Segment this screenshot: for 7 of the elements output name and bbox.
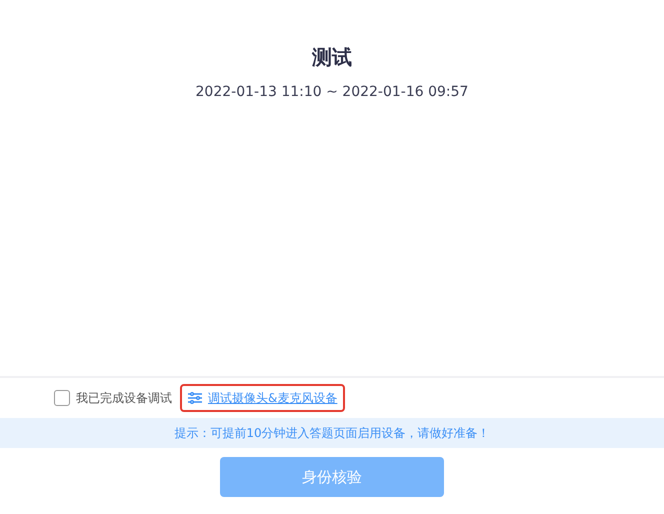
time-range: 2022-01-13 11:10 ~ 2022-01-16 09:57 [196,83,468,102]
device-test-link[interactable]: 调试摄像头&麦克风设备 [180,384,346,412]
exam-title: 测试 [312,44,352,71]
confirm-label: 我已完成设备调试 [76,390,172,407]
confirm-checkbox[interactable] [54,390,70,406]
sliders-icon [188,392,202,404]
tip-text: 提示：可提前10分钟进入答题页面启用设备，请做好准备！ [174,425,490,442]
